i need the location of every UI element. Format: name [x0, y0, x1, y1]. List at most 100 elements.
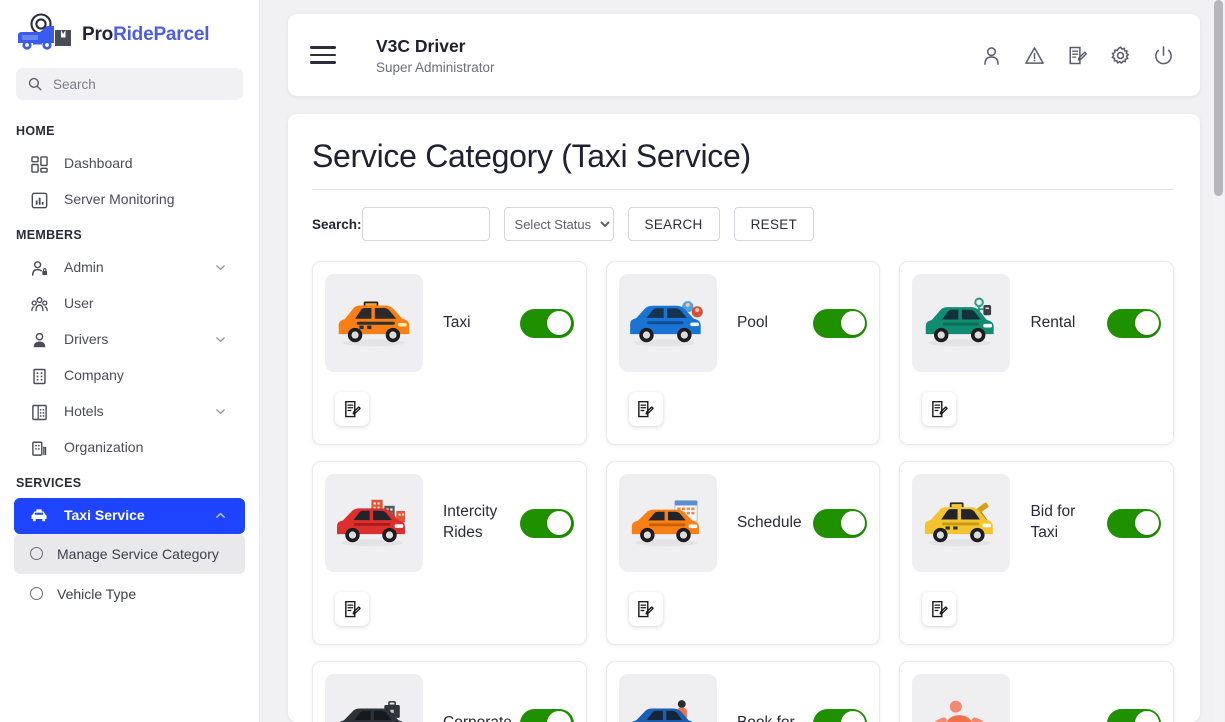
service-status-toggle[interactable]	[813, 509, 867, 538]
service-card[interactable]: Schedule	[606, 461, 881, 645]
service-card[interactable]: Corporate	[312, 661, 587, 722]
radio-circle-icon	[30, 587, 43, 600]
logo-text-rideparcel: RideParcel	[113, 24, 209, 45]
logo-text-pro: Pro	[82, 24, 113, 45]
toggle-knob	[841, 711, 865, 722]
sidebar-item-taxi-service[interactable]: Taxi Service	[14, 498, 245, 534]
search-icon	[28, 77, 42, 91]
edit-document-icon[interactable]	[335, 592, 369, 626]
service-card-name: Pool	[717, 313, 814, 334]
service-card-top: Corporate	[325, 674, 574, 722]
service-card[interactable]: Book for	[606, 661, 881, 722]
service-card[interactable]: Taxi	[312, 261, 587, 445]
service-card-name: Schedule	[717, 513, 814, 534]
person-icon	[30, 331, 48, 349]
scrollbar-thumb[interactable]	[1214, 0, 1223, 196]
toggle-knob	[1135, 711, 1159, 722]
sidebar-item-user[interactable]: User	[14, 286, 245, 322]
edit-document-icon[interactable]	[335, 392, 369, 426]
service-card-top: Schedule	[619, 474, 868, 572]
yellow-taxi-with-gavel-image	[912, 474, 1010, 572]
sidebar-item-admin[interactable]: Admin	[14, 250, 245, 286]
service-status-toggle[interactable]	[520, 709, 574, 722]
user-lock-icon	[30, 259, 48, 277]
toggle-knob	[1135, 311, 1159, 335]
sidebar-item-server-monitoring[interactable]: Server Monitoring	[14, 182, 245, 218]
sidebar-subitem-label: Vehicle Type	[57, 584, 136, 604]
sidebar-item-company[interactable]: Company	[14, 358, 245, 394]
edit-document-icon[interactable]	[922, 392, 956, 426]
service-card-top: Bid for Taxi	[912, 474, 1161, 572]
hamburger-icon[interactable]	[310, 46, 336, 63]
reset-button[interactable]: RESET	[734, 207, 815, 241]
chevron-down-icon	[215, 260, 227, 276]
service-card[interactable]: Bid for Taxi	[899, 461, 1174, 645]
sidebar-subitem-label: Manage Service Category	[57, 544, 219, 564]
sidebar-item-label: Admin	[64, 259, 199, 277]
status-select[interactable]: Select Status Active Inactive	[504, 207, 614, 241]
service-status-toggle[interactable]	[520, 509, 574, 538]
delivery-truck-parcel-logo-icon	[14, 13, 76, 57]
service-status-toggle[interactable]	[813, 309, 867, 338]
edit-document-icon[interactable]	[1067, 45, 1088, 66]
sidebar-item-drivers[interactable]: Drivers	[14, 322, 245, 358]
orange-car-with-calendar-image	[619, 474, 717, 572]
page-scrollbar[interactable]	[1213, 0, 1224, 722]
nav-section-home: HOME	[0, 114, 259, 146]
service-card[interactable]: Rental	[899, 261, 1174, 445]
edit-document-icon[interactable]	[629, 592, 663, 626]
blue-car-with-person-image	[619, 674, 717, 722]
sidebar-subitem-manage-service-category[interactable]: Manage Service Category	[14, 534, 245, 574]
sidebar-subitem-vehicle-type[interactable]: Vehicle Type	[14, 574, 245, 614]
alert-warning-icon[interactable]	[1024, 45, 1045, 66]
service-card[interactable]: Pool	[606, 261, 881, 445]
service-status-toggle[interactable]	[520, 309, 574, 338]
sidebar-item-label: User	[64, 295, 227, 313]
grid-dashboard-icon	[30, 155, 48, 173]
profile-icon[interactable]	[981, 45, 1002, 66]
sidebar-item-label: Organization	[64, 439, 227, 457]
settings-gear-icon[interactable]	[1110, 45, 1131, 66]
service-card-top: Pool	[619, 274, 868, 372]
service-status-toggle[interactable]	[1107, 509, 1161, 538]
sidebar-item-organization[interactable]: Organization	[14, 430, 245, 466]
topbar-brand: V3C Driver Super Administrator	[376, 36, 963, 75]
sidebar-nav: HOME Dashboard Server Monitoring MEMBERS…	[0, 114, 259, 615]
logo[interactable]: ProRideParcel	[0, 0, 259, 62]
nav-section-members: MEMBERS	[0, 218, 259, 250]
power-logout-icon[interactable]	[1153, 45, 1174, 66]
search-button[interactable]: SEARCH	[628, 207, 720, 241]
content-panel: Service Category (Taxi Service) Search: …	[288, 114, 1200, 722]
sidebar-item-hotels[interactable]: Hotels	[14, 394, 245, 430]
topbar-subtitle: Super Administrator	[376, 60, 963, 75]
sidebar-search[interactable]	[16, 68, 243, 100]
service-status-toggle[interactable]	[813, 709, 867, 722]
service-status-toggle[interactable]	[1107, 709, 1161, 722]
toggle-knob	[1135, 511, 1159, 535]
topbar-title: V3C Driver	[376, 36, 963, 57]
sidebar-item-label: Hotels	[64, 403, 199, 421]
filter-bar: Search: Select Status Active Inactive SE…	[312, 207, 1174, 241]
service-card-top: Book for	[619, 674, 868, 722]
search-input[interactable]	[51, 76, 231, 93]
service-card-top: Rental	[912, 274, 1161, 372]
sidebar-item-label: Dashboard	[64, 155, 227, 173]
service-card-name: Corporate	[423, 713, 520, 722]
radio-circle-icon	[30, 547, 43, 560]
service-status-toggle[interactable]	[1107, 309, 1161, 338]
service-card[interactable]	[899, 661, 1174, 722]
app-root: ProRideParcel HOME Dashboard Server Moni…	[0, 0, 1225, 722]
nav-section-services: SERVICES	[0, 466, 259, 498]
search-input[interactable]	[362, 207, 490, 241]
sidebar: ProRideParcel HOME Dashboard Server Moni…	[0, 0, 260, 722]
service-card[interactable]: Intercity Rides	[312, 461, 587, 645]
dark-car-with-briefcase-image	[325, 674, 423, 722]
sidebar-item-dashboard[interactable]: Dashboard	[14, 146, 245, 182]
edit-document-icon[interactable]	[629, 392, 663, 426]
service-card-name: Rental	[1010, 313, 1107, 334]
toggle-knob	[547, 311, 571, 335]
edit-document-icon[interactable]	[922, 592, 956, 626]
logo-text: ProRideParcel	[82, 24, 209, 46]
red-car-with-city-buildings-image	[325, 474, 423, 572]
organization-building-icon	[30, 439, 48, 457]
